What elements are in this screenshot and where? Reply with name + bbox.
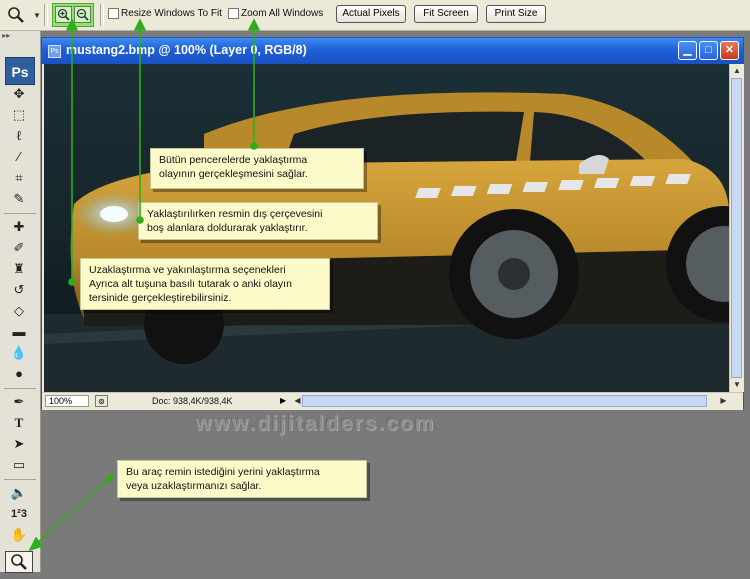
minimize-icon[interactable]: ▁ <box>678 41 697 60</box>
horizontal-scroll-thumb[interactable] <box>302 395 707 407</box>
brush-tool-icon[interactable]: ✐ <box>8 239 30 257</box>
zoom-in-icon <box>57 8 70 21</box>
zoom-all-windows-checkbox[interactable] <box>228 8 239 19</box>
zoom-mode-group <box>52 3 94 27</box>
zoom-tool-preset-icon[interactable] <box>6 5 28 25</box>
document-title: mustang2.bmp @ 100% (Layer 0, RGB/8) <box>66 43 307 57</box>
scroll-right-icon[interactable]: ▶ <box>718 395 729 407</box>
vertical-scroll-thumb[interactable] <box>731 78 742 378</box>
callout-line: Ayrıca alt tuşuna basılı tutarak o anki … <box>89 278 292 290</box>
zoom-in-button[interactable] <box>55 6 72 23</box>
close-icon[interactable]: ✕ <box>720 41 739 60</box>
callout-line: Bütün pencerelerde yaklaştırma <box>159 154 308 166</box>
print-size-button[interactable]: Print Size <box>486 5 546 23</box>
scroll-down-icon[interactable]: ▼ <box>731 378 743 391</box>
zoom-out-button[interactable] <box>74 6 91 23</box>
type-tool-icon[interactable]: T <box>8 414 30 432</box>
callout-zoom-modes: Uzaklaştırma ve yakınlaştırma seçenekler… <box>80 258 330 310</box>
fit-screen-button[interactable]: Fit Screen <box>414 5 478 23</box>
options-separator <box>100 4 104 26</box>
scroll-up-icon[interactable]: ▲ <box>731 64 743 77</box>
callout-line: Uzaklaştırma ve yakınlaştırma seçenekler… <box>89 264 286 276</box>
clone-stamp-tool-icon[interactable]: ♜ <box>8 260 30 278</box>
tool-preset-dropdown-icon[interactable]: ▼ <box>33 11 41 20</box>
callout-line: boş alanlara doldurarak yaklaştırır. <box>147 222 308 234</box>
path-selection-tool-icon[interactable]: ➤ <box>8 435 30 453</box>
dodge-tool-icon[interactable]: ● <box>8 365 30 383</box>
ps-logo[interactable]: Ps <box>5 57 35 85</box>
callout-line: Yaklaştırılırken resmin dış çerçevesini <box>147 208 323 220</box>
callout-line: Bu araç remin istediğini yerini yaklaştı… <box>126 466 320 478</box>
hand-tool-icon[interactable]: ✋ <box>8 526 30 544</box>
tool-separator <box>4 388 36 389</box>
crop-tool-icon[interactable]: ⌗ <box>8 169 30 187</box>
toolbox: ▸▸ Ps ✥ ⬚ ℓ ⁄ ⌗ ✎ ✚ ✐ ♜ ↺ ◇ ▬ 💧 ● ✒ T ➤ … <box>0 31 41 573</box>
doc-size-readout: Doc: 938,4K/938,4K <box>152 396 233 406</box>
zoom-tool-icon <box>11 554 27 570</box>
options-separator <box>44 4 48 26</box>
callout-line: veya uzaklaştırmanızı sağlar. <box>126 480 262 492</box>
resize-windows-checkbox[interactable] <box>108 8 119 19</box>
options-bar: ▼ Resize Windows To Fit Zoom All Windows… <box>0 0 750 31</box>
document-title-bar[interactable]: Ps mustang2.bmp @ 100% (Layer 0, RGB/8) … <box>42 38 743 64</box>
move-tool-icon[interactable]: ✥ <box>8 85 30 103</box>
marquee-tool-icon[interactable]: ⬚ <box>8 106 30 124</box>
arrow-zoom-tool <box>35 477 111 545</box>
zoom-all-windows-label: Zoom All Windows <box>241 8 324 19</box>
ps-document-icon: Ps <box>48 45 61 58</box>
zoom-level-field[interactable]: 100% <box>45 395 89 407</box>
watermark: www.dijitalders.com <box>195 412 436 435</box>
callout-line: tersinide gerçekleştirebilirsiniz. <box>89 292 232 304</box>
callout-zoom-all: Bütün pencerelerde yaklaştırma olayının … <box>150 148 364 189</box>
actual-pixels-button[interactable]: Actual Pixels <box>336 5 406 23</box>
horizontal-scrollbar[interactable]: ◀ ▶ <box>292 395 730 408</box>
shape-tool-icon[interactable]: ▭ <box>8 456 30 474</box>
maximize-icon[interactable]: □ <box>699 41 718 60</box>
tool-separator <box>4 479 36 480</box>
slice-tool-icon[interactable]: ✎ <box>8 190 30 208</box>
lasso-tool-icon[interactable]: ℓ <box>8 127 30 145</box>
callout-zoom-tool: Bu araç remin istediğini yerini yaklaştı… <box>117 460 367 498</box>
arrow-dot-zoom-tool <box>106 474 114 482</box>
tool-separator <box>4 213 36 214</box>
callout-resize-windows: Yaklaştırılırken resmin dış çerçevesini … <box>138 202 378 240</box>
gradient-tool-icon[interactable]: ▬ <box>8 323 30 341</box>
count-tool-icon[interactable]: 1²3 <box>8 505 30 523</box>
eraser-tool-icon[interactable]: ◇ <box>8 302 30 320</box>
vertical-scrollbar[interactable]: ▲ ▼ <box>729 64 744 392</box>
callout-line: olayının gerçekleşmesini sağlar. <box>159 168 308 180</box>
status-bar: 100% ⊚ Doc: 938,4K/938,4K ▶ ◀ ▶ <box>42 392 743 410</box>
resize-windows-label: Resize Windows To Fit <box>121 8 222 19</box>
history-brush-tool-icon[interactable]: ↺ <box>8 281 30 299</box>
magic-wand-tool-icon[interactable]: ⁄ <box>8 148 30 166</box>
healing-brush-tool-icon[interactable]: ✚ <box>8 218 30 236</box>
notes-tool-icon[interactable]: 🔈 <box>8 484 30 502</box>
pen-tool-icon[interactable]: ✒ <box>8 393 30 411</box>
status-menu-arrow-icon[interactable]: ▶ <box>280 396 286 405</box>
zoom-tool-button[interactable] <box>5 551 33 573</box>
zoom-out-icon <box>76 8 89 21</box>
status-info-icon[interactable]: ⊚ <box>95 395 108 407</box>
toolbox-grip[interactable]: ▸▸ <box>0 31 40 47</box>
blur-tool-icon[interactable]: 💧 <box>8 344 30 362</box>
